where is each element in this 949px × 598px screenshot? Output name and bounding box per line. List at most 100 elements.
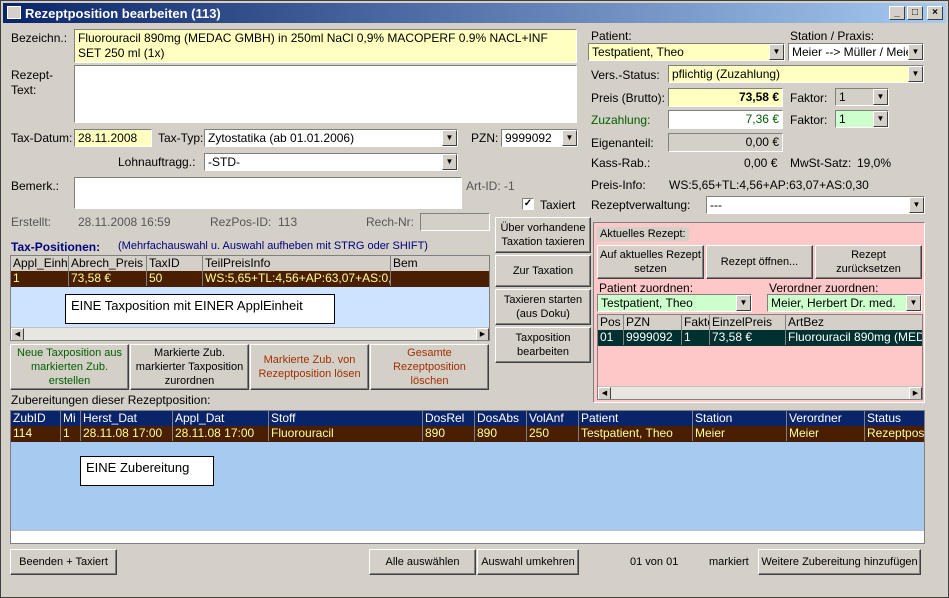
- alle-auswaehlen-button[interactable]: Alle auswählen: [369, 549, 476, 575]
- cell: 73,58 €: [69, 271, 147, 286]
- rezept-zuruecksetzen-button[interactable]: Rezept zurücksetzen: [815, 245, 922, 279]
- col-header[interactable]: Appl_Einh: [11, 256, 69, 271]
- bemerk-field[interactable]: [74, 177, 462, 209]
- col-header[interactable]: Bem: [391, 256, 489, 271]
- rezept-oeffnen-button[interactable]: Rezept öffnen...: [706, 245, 813, 279]
- maximize-icon[interactable]: □: [907, 6, 923, 20]
- taxieren-starten-button[interactable]: Taxieren starten (aus Doku): [495, 289, 591, 325]
- lohnauftrag-combo[interactable]: -STD- ▼: [204, 153, 458, 171]
- col-header[interactable]: Fakto: [682, 315, 710, 330]
- pzn-value: 9999092: [505, 131, 552, 145]
- markierte-loesen-button[interactable]: Markierte Zub. von Rezeptposition lösen: [250, 344, 369, 390]
- scroll-left-icon[interactable]: ◀: [598, 387, 611, 399]
- col-header[interactable]: Herst_Dat: [81, 411, 173, 426]
- taxtyp-combo[interactable]: Zytostatika (ab 01.01.2006) ▼: [204, 129, 458, 147]
- rezepttext-label: Rezept- Text:: [11, 68, 54, 97]
- taxpos-grid-header: Appl_Einh Abrech_Preis TaxID TeilPreisIn…: [11, 256, 489, 271]
- zuzahlung-field[interactable]: 7,36 €: [668, 110, 783, 129]
- chevron-down-icon[interactable]: ▼: [442, 130, 457, 146]
- patient-combo[interactable]: Testpatient, Theo ▼: [588, 43, 785, 61]
- chevron-down-icon[interactable]: ▼: [442, 154, 457, 170]
- cell: 73,58 €: [710, 330, 786, 345]
- scroll-right-icon[interactable]: ▶: [909, 387, 922, 399]
- ueber-vorhandene-button[interactable]: Über vorhandene Taxation taxieren: [495, 217, 591, 253]
- neue-taxposition-button[interactable]: Neue Taxposition aus markierten Zub. ers…: [10, 344, 129, 390]
- station-combo[interactable]: Meier --> Müller / Meier ▼: [788, 43, 924, 61]
- chevron-down-icon[interactable]: ▼: [769, 44, 784, 60]
- markierte-zuordnen-button[interactable]: Markierte Zub. markierter Taxposition zu…: [130, 344, 249, 390]
- faktor1-combo[interactable]: 1 ▼: [835, 88, 889, 106]
- bezeichnung-label: Bezeichn.:: [11, 31, 68, 45]
- col-header[interactable]: Verordner: [787, 411, 865, 426]
- col-header[interactable]: Mi: [61, 411, 81, 426]
- col-header[interactable]: Appl_Dat: [173, 411, 269, 426]
- col-header[interactable]: VolAnf: [527, 411, 579, 426]
- zur-taxation-button[interactable]: Zur Taxation: [495, 255, 591, 287]
- col-header[interactable]: ZubID: [11, 411, 61, 426]
- mwst-label: MwSt-Satz:: [790, 156, 852, 170]
- horizontal-scrollbar[interactable]: ◀ ▶: [598, 386, 922, 399]
- rezepttext-field[interactable]: [74, 65, 577, 123]
- auswahl-umkehren-button[interactable]: Auswahl umkehren: [477, 549, 579, 575]
- chevron-down-icon[interactable]: ▼: [562, 130, 577, 146]
- patient-zuordnen-combo[interactable]: Testpatient, Theo ▼: [597, 294, 752, 312]
- auf-aktuelles-button[interactable]: Auf aktuelles Rezept setzen: [597, 245, 704, 279]
- close-icon[interactable]: ×: [927, 6, 943, 20]
- scroll-left-icon[interactable]: ◀: [11, 328, 24, 340]
- chevron-down-icon[interactable]: ▼: [736, 295, 751, 311]
- faktor2-combo[interactable]: 1 ▼: [835, 110, 889, 128]
- horizontal-scrollbar[interactable]: [11, 530, 924, 543]
- bezeichnung-field[interactable]: Fluorouracil 890mg (MEDAC GMBH) in 250ml…: [74, 29, 577, 63]
- col-header[interactable]: Status: [865, 411, 924, 426]
- versstatus-combo[interactable]: pflichtig (Zuzahlung) ▼: [668, 65, 924, 83]
- minimize-icon[interactable]: _: [889, 6, 905, 20]
- col-header[interactable]: DosAbs: [475, 411, 527, 426]
- verordner-zuordnen-combo[interactable]: Meier, Herbert Dr. med. ▼: [767, 294, 922, 312]
- chevron-down-icon[interactable]: ▼: [908, 66, 923, 82]
- gesamte-loeschen-button[interactable]: Gesamte Rezeptposition löschen: [370, 344, 489, 390]
- weitere-zubereitung-button[interactable]: Weitere Zubereitung hinzufügen: [758, 549, 921, 575]
- kassrab-value: 0,00 €: [744, 156, 778, 170]
- col-header[interactable]: Pos: [598, 315, 624, 330]
- scroll-right-icon[interactable]: ▶: [476, 328, 489, 340]
- chevron-down-icon[interactable]: ▼: [873, 89, 888, 105]
- col-header[interactable]: Station: [693, 411, 787, 426]
- rezeptverwaltung-value: ---: [710, 198, 722, 212]
- cell: 1: [11, 271, 69, 286]
- chevron-down-icon[interactable]: ▼: [906, 295, 921, 311]
- table-row[interactable]: 01 9999092 1 73,58 € Fluorouracil 890mg …: [598, 330, 922, 346]
- rezeptverwaltung-combo[interactable]: --- ▼: [706, 196, 925, 214]
- col-header[interactable]: ArtBez: [786, 315, 922, 330]
- col-header[interactable]: TeilPreisInfo: [203, 256, 391, 271]
- col-header[interactable]: DosRel: [423, 411, 475, 426]
- table-row[interactable]: 1 73,58 € 50 WS:5,65+TL:4,56+AP:63,07+AS…: [11, 271, 489, 287]
- col-header[interactable]: EinzelPreis: [710, 315, 786, 330]
- col-header[interactable]: Stoff: [269, 411, 423, 426]
- markiert-label: markiert: [709, 556, 749, 568]
- col-header[interactable]: TaxID: [147, 256, 203, 271]
- taxiert-checkbox[interactable]: ✓: [522, 198, 534, 210]
- chevron-down-icon[interactable]: ▼: [873, 111, 888, 127]
- cell: Rezeptpos: [867, 426, 925, 440]
- taxposition-bearbeiten-button[interactable]: Taxposition bearbeiten: [495, 327, 591, 363]
- chevron-down-icon[interactable]: ▼: [909, 197, 924, 213]
- col-header[interactable]: PZN: [624, 315, 682, 330]
- rezept-grid[interactable]: Pos PZN Fakto EinzelPreis ArtBez 01 9999…: [597, 314, 923, 400]
- pzn-combo[interactable]: 9999092 ▼: [501, 129, 578, 147]
- cell: 114: [11, 426, 61, 441]
- col-header[interactable]: Abrech_Preis: [69, 256, 147, 271]
- erstellt-label: Erstellt:: [11, 215, 52, 229]
- chevron-down-icon[interactable]: ▼: [908, 44, 923, 60]
- col-header[interactable]: Patient: [579, 411, 693, 426]
- mwst-value: 19,0%: [857, 156, 892, 170]
- title-bar: Rezeptposition bearbeiten (113) _ □ ×: [3, 3, 946, 23]
- preis-field[interactable]: 73,58 €: [668, 88, 783, 107]
- faktor1-value: 1: [839, 90, 846, 104]
- horizontal-scrollbar[interactable]: ◀ ▶: [11, 327, 489, 340]
- lohnauftrag-value: -STD-: [208, 155, 240, 169]
- table-row[interactable]: 114 1 28.11.08 17:00 28.11.08 17:00 Fluo…: [11, 426, 924, 442]
- preis-label: Preis (Brutto):: [591, 91, 666, 105]
- taxdatum-field[interactable]: 28.11.2008: [74, 129, 152, 147]
- beenden-button[interactable]: Beenden + Taxiert: [10, 549, 117, 575]
- rechnr-field[interactable]: [420, 213, 490, 231]
